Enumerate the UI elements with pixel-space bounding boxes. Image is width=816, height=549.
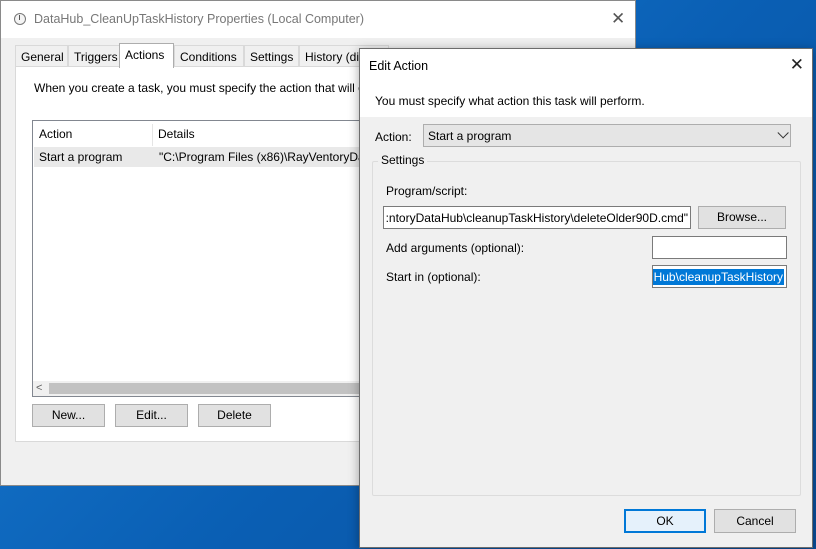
column-header-action[interactable]: Action [39,124,72,144]
action-select[interactable]: Start a program [423,124,791,147]
properties-title-bar: DataHub_CleanUpTaskHistory Properties (L… [1,1,635,38]
start-in-value: Hub\cleanupTaskHistory [653,269,784,285]
action-label: Action: [375,130,412,144]
actions-description: When you create a task, you must specify… [34,81,365,95]
horizontal-scrollbar[interactable]: < [33,381,361,396]
add-arguments-field[interactable] [652,236,787,259]
table-row[interactable]: Start a program "C:\Program Files (x86)\… [34,147,362,167]
task-scheduler-clock-icon [14,13,26,25]
column-header-details[interactable]: Details [158,124,195,144]
start-in-label: Start in (optional): [386,270,481,284]
edit-action-button[interactable]: Edit... [115,404,188,427]
actions-list[interactable]: Action Details Start a program "C:\Progr… [32,120,362,397]
settings-group-title: Settings [378,153,428,167]
column-divider[interactable] [152,124,153,146]
browse-button[interactable]: Browse... [698,206,786,229]
chevron-down-icon [777,127,789,139]
program-script-value: :ntoryDataHub\cleanupTaskHistory\deleteO… [385,211,688,225]
start-in-field[interactable]: Hub\cleanupTaskHistory [652,265,787,288]
scroll-left-icon[interactable]: < [36,382,42,394]
tab-settings[interactable]: Settings [244,45,299,67]
add-arguments-label: Add arguments (optional): [386,241,525,255]
edit-action-dialog: Edit Action ✕ You must specify what acti… [359,48,813,548]
cancel-button[interactable]: Cancel [714,509,796,533]
action-select-value: Start a program [428,129,512,143]
row-details: "C:\Program Files (x86)\RayVentoryDat [159,150,362,164]
ok-button[interactable]: OK [624,509,706,533]
tab-conditions[interactable]: Conditions [174,45,244,67]
dialog-message: You must specify what action this task w… [375,94,645,108]
dialog-title: Edit Action [369,59,429,73]
tab-triggers[interactable]: Triggers [68,45,120,67]
scrollbar-thumb[interactable] [49,383,361,394]
row-action: Start a program [39,150,123,164]
tab-actions[interactable]: Actions [119,43,174,68]
delete-action-button[interactable]: Delete [198,404,271,427]
tab-general[interactable]: General [15,45,68,67]
program-script-label: Program/script: [386,184,468,198]
program-script-field[interactable]: :ntoryDataHub\cleanupTaskHistory\deleteO… [383,206,691,229]
dialog-title-bar: Edit Action ✕ [360,49,812,81]
new-action-button[interactable]: New... [32,404,105,427]
dialog-message-area: You must specify what action this task w… [360,81,812,117]
properties-close-button[interactable]: ✕ [611,9,625,29]
properties-window-title: DataHub_CleanUpTaskHistory Properties (L… [34,12,364,26]
dialog-close-button[interactable]: ✕ [790,55,804,75]
